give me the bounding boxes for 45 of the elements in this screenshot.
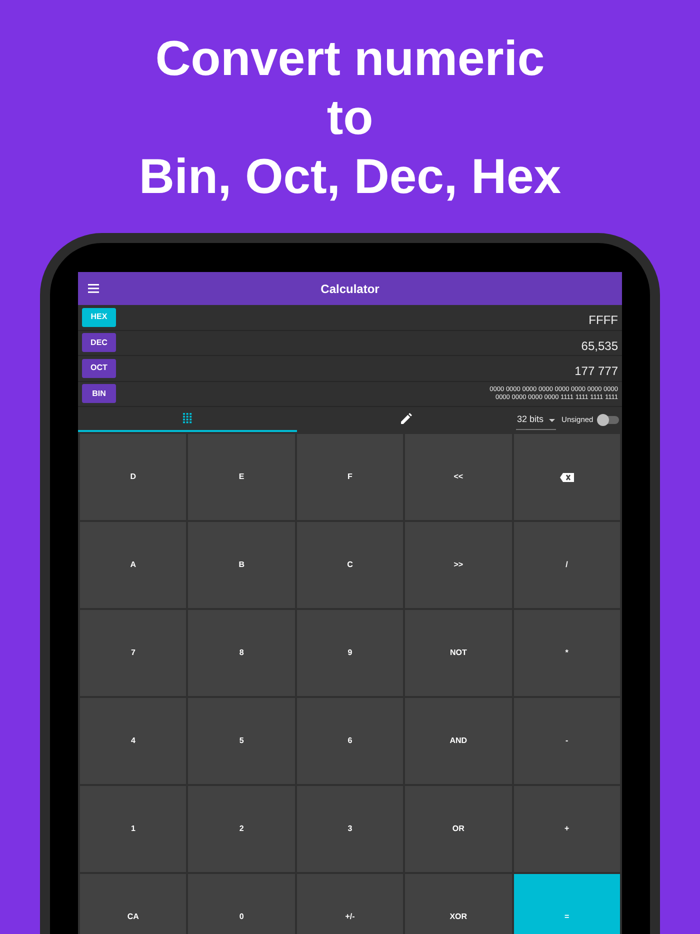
keypad-key[interactable]: << (405, 434, 512, 520)
backspace-icon (560, 472, 574, 482)
keypad-key[interactable]: 1 (80, 786, 186, 872)
keypad-key[interactable]: 7 (80, 610, 186, 696)
keypad-key[interactable]: 3 (296, 786, 404, 872)
keypad-key[interactable]: D (80, 434, 186, 520)
keypad-key[interactable]: F (296, 434, 404, 520)
headline-text: Convert numeric (155, 31, 545, 88)
keypad-key[interactable]: 4 (80, 698, 186, 784)
keypad-key[interactable]: 5 (188, 698, 295, 784)
keypad-icon (183, 413, 192, 424)
keypad-key[interactable]: NOT (405, 610, 512, 696)
headline-text: Bin, Oct, Dec, Hex (138, 149, 562, 206)
keypad-key[interactable]: OR (405, 786, 512, 872)
keypad-key[interactable]: XOR (405, 874, 512, 934)
keypad-key[interactable]: 2 (188, 786, 295, 872)
keypad-key[interactable]: * (514, 610, 620, 696)
menu-icon[interactable] (88, 284, 99, 293)
keypad-key[interactable]: / (514, 522, 620, 608)
keypad-key[interactable]: +/- (296, 874, 404, 934)
keypad-key[interactable]: 8 (188, 610, 295, 696)
base-value: 65,535 (581, 338, 618, 355)
bits-dropdown[interactable]: 32 bits (516, 413, 556, 430)
base-button[interactable]: OCT (82, 358, 116, 378)
toggle-switch[interactable] (599, 416, 620, 424)
pencil-icon (401, 413, 412, 424)
base-button[interactable]: BIN (82, 384, 116, 404)
keypad-key[interactable]: A (80, 522, 186, 608)
app-title: Calculator (320, 280, 380, 298)
keypad-key[interactable]: C (296, 522, 404, 608)
base-value: 177 777 (574, 363, 618, 380)
keypad-key[interactable]: AND (405, 698, 512, 784)
keypad-key[interactable]: - (514, 698, 620, 784)
headline-text: to (326, 90, 374, 147)
keypad-key[interactable]: 9 (296, 610, 404, 696)
base-value: FFFF (588, 312, 618, 330)
keypad-key[interactable]: E (188, 434, 295, 520)
keypad-key[interactable]: B (188, 522, 295, 608)
keypad-key[interactable]: >> (405, 522, 512, 608)
keypad-key[interactable]: CA (80, 874, 186, 934)
keypad-key[interactable]: 0 (188, 874, 295, 934)
keypad-key[interactable]: + (514, 786, 620, 872)
base-button[interactable]: DEC (82, 333, 116, 352)
keypad-key[interactable]: 6 (296, 698, 404, 784)
caret-icon (548, 418, 555, 422)
